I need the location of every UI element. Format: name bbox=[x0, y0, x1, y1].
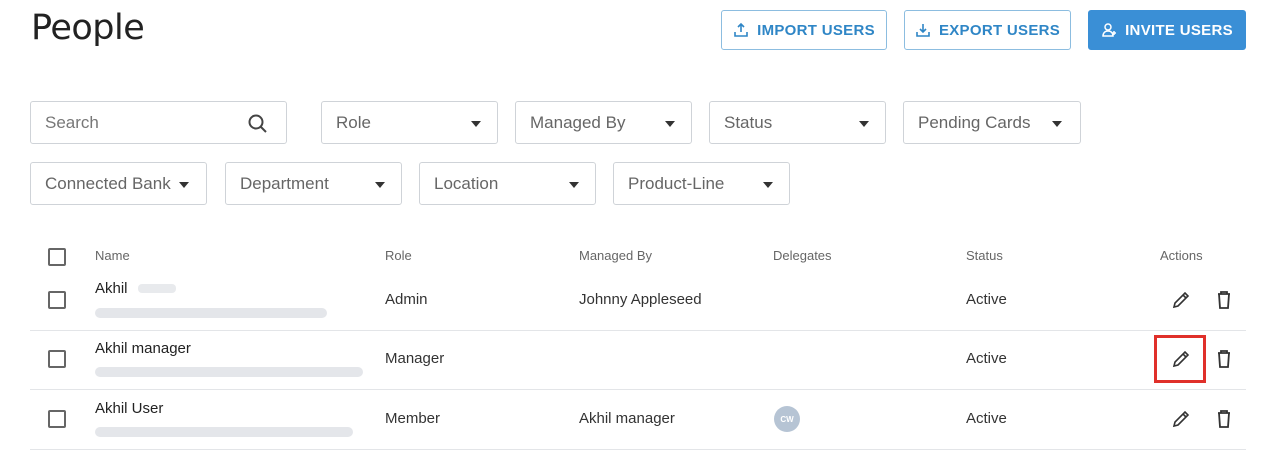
redacted-email bbox=[95, 427, 353, 437]
row-divider bbox=[30, 330, 1246, 331]
role-filter-dropdown[interactable]: Role bbox=[321, 101, 498, 144]
pending-cards-filter-dropdown[interactable]: Pending Cards bbox=[903, 101, 1081, 144]
product-line-filter-label: Product-Line bbox=[628, 173, 725, 193]
department-filter-dropdown[interactable]: Department bbox=[225, 162, 402, 205]
redacted-email bbox=[95, 367, 363, 377]
row-checkbox[interactable] bbox=[48, 350, 66, 368]
search-icon[interactable] bbox=[247, 113, 269, 135]
connected-bank-filter-label: Connected Bank bbox=[45, 173, 171, 193]
column-header-managed-by[interactable]: Managed By bbox=[579, 248, 652, 263]
row-divider bbox=[30, 389, 1246, 390]
department-filter-label: Department bbox=[240, 173, 329, 193]
import-users-label: IMPORT USERS bbox=[757, 21, 875, 39]
user-status: Active bbox=[966, 350, 1007, 367]
chevron-down-icon bbox=[178, 181, 189, 188]
edit-pencil-icon[interactable] bbox=[1170, 348, 1192, 370]
add-user-icon bbox=[1102, 23, 1117, 37]
location-filter-label: Location bbox=[434, 173, 499, 193]
search-input[interactable] bbox=[45, 112, 235, 133]
user-managed-by: Akhil manager bbox=[579, 410, 675, 427]
managed-by-filter-label: Managed By bbox=[530, 112, 626, 132]
product-line-filter-dropdown[interactable]: Product-Line bbox=[613, 162, 790, 205]
user-name[interactable]: Akhil manager bbox=[95, 340, 191, 357]
upload-icon bbox=[734, 22, 748, 37]
row-checkbox[interactable] bbox=[48, 291, 66, 309]
row-checkbox[interactable] bbox=[48, 410, 66, 428]
chevron-down-icon bbox=[471, 121, 481, 127]
delete-trash-icon[interactable] bbox=[1213, 289, 1235, 311]
user-status: Active bbox=[966, 410, 1007, 427]
page-title: People bbox=[31, 8, 145, 48]
user-name[interactable]: Akhil bbox=[95, 280, 128, 297]
chevron-down-icon bbox=[1052, 121, 1062, 127]
role-filter-label: Role bbox=[336, 112, 371, 132]
user-status: Active bbox=[966, 291, 1007, 308]
invite-users-button[interactable]: INVITE USERS bbox=[1088, 10, 1246, 50]
import-users-button[interactable]: IMPORT USERS bbox=[721, 10, 887, 50]
user-name[interactable]: Akhil User bbox=[95, 400, 163, 417]
edit-pencil-icon[interactable] bbox=[1170, 408, 1192, 430]
column-header-delegates: Delegates bbox=[773, 248, 832, 263]
user-role: Admin bbox=[385, 291, 428, 308]
export-users-label: EXPORT USERS bbox=[938, 21, 1061, 39]
location-filter-dropdown[interactable]: Location bbox=[419, 162, 596, 205]
chevron-down-icon bbox=[665, 121, 675, 127]
managed-by-filter-dropdown[interactable]: Managed By bbox=[515, 101, 692, 144]
chevron-down-icon bbox=[763, 182, 773, 188]
connected-bank-filter-dropdown[interactable]: Connected Bank bbox=[30, 162, 207, 205]
user-role: Manager bbox=[385, 350, 445, 367]
column-header-name[interactable]: Name bbox=[95, 248, 130, 263]
delete-trash-icon[interactable] bbox=[1213, 408, 1235, 430]
invite-users-label: INVITE USERS bbox=[1125, 21, 1233, 39]
status-filter-label: Status bbox=[724, 112, 773, 132]
column-header-actions: Actions bbox=[1160, 248, 1203, 263]
export-users-button[interactable]: EXPORT USERS bbox=[904, 10, 1071, 50]
search-field[interactable] bbox=[30, 101, 287, 144]
user-managed-by: Johnny Appleseed bbox=[579, 291, 702, 308]
user-role: Member bbox=[385, 410, 441, 427]
select-all-checkbox[interactable] bbox=[48, 248, 66, 266]
chevron-down-icon bbox=[569, 182, 579, 188]
delete-trash-icon[interactable] bbox=[1213, 348, 1235, 370]
row-divider bbox=[30, 449, 1246, 450]
redacted-surname bbox=[138, 284, 176, 293]
delegate-avatar[interactable]: CW bbox=[774, 406, 800, 432]
chevron-down-icon bbox=[375, 182, 385, 188]
redacted-email bbox=[95, 308, 327, 318]
edit-pencil-icon[interactable] bbox=[1170, 289, 1192, 311]
status-filter-dropdown[interactable]: Status bbox=[709, 101, 886, 144]
download-icon bbox=[916, 24, 930, 37]
column-header-status[interactable]: Status bbox=[966, 248, 1003, 263]
chevron-down-icon bbox=[859, 121, 869, 127]
pending-cards-filter-label: Pending Cards bbox=[918, 112, 1031, 132]
column-header-role[interactable]: Role bbox=[385, 248, 412, 263]
